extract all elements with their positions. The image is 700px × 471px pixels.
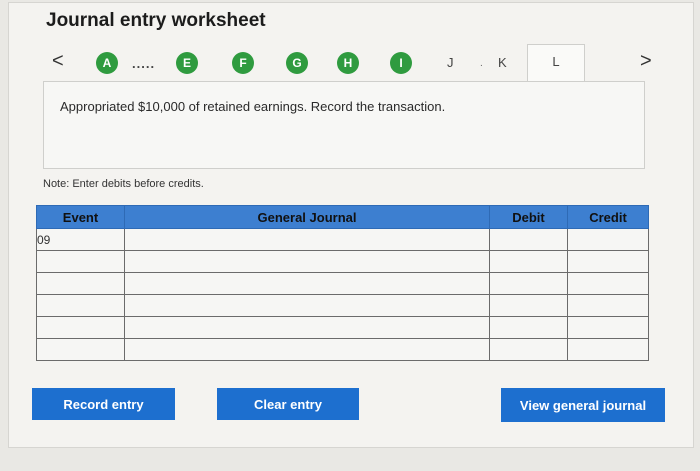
credit-column-header: Credit — [567, 205, 649, 229]
debit-input[interactable] — [489, 316, 568, 339]
account-input[interactable] — [124, 272, 490, 295]
step-a[interactable]: A — [96, 52, 118, 74]
tab-k[interactable]: K — [498, 55, 507, 70]
step-g[interactable]: G — [286, 52, 308, 74]
tab-l-active[interactable]: L — [527, 44, 585, 82]
event-cell — [36, 316, 125, 339]
step-i[interactable]: I — [390, 52, 412, 74]
steps-ellipsis: ..... — [132, 56, 156, 71]
event-cell — [36, 294, 125, 317]
journal-header-row: Event General Journal Debit Credit — [36, 205, 649, 229]
step-f[interactable]: F — [232, 52, 254, 74]
table-row — [36, 294, 649, 317]
step-h[interactable]: H — [337, 52, 359, 74]
journal-table: Event General Journal Debit Credit 09 — [36, 205, 649, 361]
table-row — [36, 250, 649, 273]
event-cell — [36, 272, 125, 295]
tab-separator-dot: . — [480, 58, 483, 69]
account-input[interactable] — [124, 316, 490, 339]
page-title: Journal entry worksheet — [46, 10, 266, 31]
tab-l-label: L — [552, 54, 560, 69]
debit-input[interactable] — [489, 294, 568, 317]
account-input[interactable] — [124, 338, 490, 361]
account-input[interactable] — [124, 250, 490, 273]
credit-input[interactable] — [567, 228, 649, 251]
debit-input[interactable] — [489, 272, 568, 295]
credit-input[interactable] — [567, 250, 649, 273]
entry-note: Note: Enter debits before credits. — [43, 178, 204, 190]
debit-input[interactable] — [489, 250, 568, 273]
prev-arrow-icon[interactable]: < — [52, 50, 64, 73]
debit-column-header: Debit — [489, 205, 568, 229]
credit-input[interactable] — [567, 294, 649, 317]
clear-entry-button[interactable]: Clear entry — [217, 388, 359, 420]
general-journal-column-header: General Journal — [124, 205, 490, 229]
step-e[interactable]: E — [176, 52, 198, 74]
credit-input[interactable] — [567, 272, 649, 295]
credit-input[interactable] — [567, 338, 649, 361]
table-row: 09 — [36, 228, 649, 251]
credit-input[interactable] — [567, 316, 649, 339]
debit-input[interactable] — [489, 338, 568, 361]
record-entry-button[interactable]: Record entry — [32, 388, 175, 420]
table-row — [36, 338, 649, 361]
account-input[interactable] — [124, 228, 490, 251]
account-input[interactable] — [124, 294, 490, 317]
transaction-prompt-box: Appropriated $10,000 of retained earning… — [43, 81, 645, 169]
table-row — [36, 316, 649, 339]
event-cell — [36, 338, 125, 361]
event-column-header: Event — [36, 205, 125, 229]
event-cell — [36, 250, 125, 273]
debit-input[interactable] — [489, 228, 568, 251]
table-row — [36, 272, 649, 295]
view-general-journal-button[interactable]: View general journal — [501, 388, 665, 422]
event-cell: 09 — [36, 228, 125, 251]
next-arrow-icon[interactable]: > — [640, 50, 652, 73]
transaction-prompt-text: Appropriated $10,000 of retained earning… — [60, 99, 446, 114]
tab-j[interactable]: J — [447, 55, 454, 70]
